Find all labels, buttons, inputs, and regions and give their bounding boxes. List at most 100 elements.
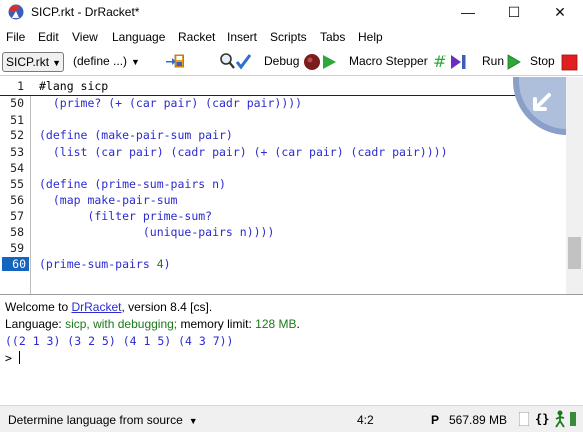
- stop-button[interactable]: Stop: [530, 54, 555, 68]
- save-icon[interactable]: [166, 52, 184, 70]
- welcome-prefix: Welcome to: [5, 300, 72, 314]
- status-bar: Determine language from source ▼ 4:2 P 56…: [0, 405, 583, 432]
- language-prefix: Language:: [5, 317, 66, 331]
- arrow-down-left-icon: [513, 77, 566, 135]
- window-title: SICP.rkt - DrRacket*: [31, 5, 140, 19]
- code-text: (filter prime-sum?: [39, 209, 213, 223]
- title-bar: SICP.rkt - DrRacket* — ☐ ✕: [0, 0, 583, 25]
- code-line: 54: [0, 161, 566, 177]
- line-number: 1: [17, 79, 24, 93]
- welcome-suffix: , version 8.4 [cs].: [121, 300, 213, 314]
- line-number: 58: [10, 225, 24, 239]
- close-button[interactable]: ✕: [537, 0, 583, 25]
- repl-output: ((2 1 3) (3 2 5) (4 1 5) (4 3 7)): [5, 334, 234, 348]
- menu-view[interactable]: View: [72, 30, 98, 44]
- memory-indicator: P: [431, 413, 440, 427]
- drracket-link[interactable]: DrRacket: [71, 300, 121, 314]
- chevron-down-icon: ▼: [52, 58, 62, 68]
- line-number: 59: [10, 241, 24, 255]
- line-number: 51: [10, 113, 24, 127]
- line-number: 50: [10, 96, 24, 110]
- code-close: ): [163, 257, 171, 271]
- code-text: (unique-pairs n)))): [39, 225, 275, 239]
- menu-insert[interactable]: Insert: [227, 30, 257, 44]
- text-cursor: [18, 351, 20, 364]
- memory-suffix: .: [296, 317, 300, 331]
- define-menu-label: (define ...): [73, 54, 128, 68]
- code-line: 51: [0, 113, 566, 129]
- current-line-number: 60: [2, 257, 29, 271]
- code-line: 53 (list (car pair) (cadr pair) (+ (car …: [0, 145, 566, 161]
- menu-language[interactable]: Language: [112, 30, 165, 44]
- code-text: (define (make-pair-sum pair): [39, 128, 233, 142]
- code-line: 55 (define (prime-sum-pairs n): [0, 177, 566, 193]
- stop-icon[interactable]: [561, 52, 579, 72]
- debug-icon[interactable]: [303, 52, 339, 72]
- code-text: (prime-sum-pairs 4): [39, 257, 171, 271]
- interactions-pane[interactable]: Welcome to DrRacket, version 8.4 [cs]. L…: [0, 295, 583, 403]
- file-selector[interactable]: SICP.rkt ▼: [2, 52, 64, 72]
- file-selector-label: SICP.rkt: [6, 55, 50, 69]
- line-number: 55: [10, 177, 24, 191]
- menu-edit[interactable]: Edit: [38, 30, 59, 44]
- debug-button[interactable]: Debug: [264, 54, 299, 68]
- prompt-symbol: >: [5, 351, 19, 365]
- code-text: (list (car pair) (cadr pair) (+ (car pai…: [39, 145, 448, 159]
- line-number: 52: [10, 128, 24, 142]
- menu-bar: File Edit View Language Racket Insert Sc…: [0, 27, 583, 48]
- run-button[interactable]: Run: [482, 54, 504, 68]
- repl-prompt[interactable]: >: [5, 351, 20, 365]
- editor-scrollbar[interactable]: [566, 77, 583, 294]
- scrollbar-thumb[interactable]: [568, 237, 581, 269]
- code-call: (prime-sum-pairs: [39, 257, 157, 271]
- menu-file[interactable]: File: [6, 30, 25, 44]
- code-text: (define (prime-sum-pairs n): [39, 177, 226, 191]
- define-menu[interactable]: (define ...) ▼: [73, 54, 140, 68]
- language-message: Language: sicp, with debugging; memory l…: [5, 317, 300, 331]
- minimize-button[interactable]: —: [445, 0, 491, 25]
- memory-value: 128 MB: [255, 317, 297, 331]
- language-value: sicp, with debugging;: [65, 317, 178, 331]
- code-line: 58 (unique-pairs n)))): [0, 225, 566, 241]
- drracket-logo-icon: [8, 4, 24, 20]
- code-text: (map make-pair-sum: [39, 193, 178, 207]
- memory-usage: 567.89 MB: [449, 413, 508, 427]
- number-literal: 4: [156, 257, 164, 271]
- chevron-down-icon: ▼: [188, 416, 198, 426]
- lang-declaration: #lang sicp: [39, 79, 109, 93]
- gc-indicator-icon: [519, 412, 529, 426]
- menu-help[interactable]: Help: [358, 30, 383, 44]
- line-number: 56: [10, 193, 24, 207]
- current-code-line: 60 (prime-sum-pairs 4): [0, 257, 566, 273]
- running-figure-icon: [555, 410, 565, 428]
- code-line: 57 (filter prime-sum?: [0, 209, 566, 225]
- line-number: 54: [10, 161, 24, 175]
- code-text: (prime? (+ (car pair) (cadr pair)))): [39, 96, 303, 110]
- chevron-down-icon: ▼: [131, 57, 140, 67]
- run-icon[interactable]: [506, 52, 522, 72]
- line-number: 57: [10, 209, 24, 223]
- braces-icon: {}: [535, 412, 550, 426]
- lang-line: 1 #lang sicp: [0, 77, 566, 96]
- language-mode-label: Determine language from source: [8, 413, 183, 427]
- code-line: 50 (prime? (+ (car pair) (cadr pair)))): [0, 96, 566, 112]
- welcome-message: Welcome to DrRacket, version 8.4 [cs].: [5, 300, 212, 314]
- cursor-position: 4:2: [357, 413, 374, 427]
- memory-prefix: memory limit:: [177, 317, 256, 331]
- svg-text:': ': [444, 54, 446, 62]
- language-mode-selector[interactable]: Determine language from source ▼: [8, 413, 198, 427]
- macro-stepper-button[interactable]: Macro Stepper: [349, 54, 428, 68]
- maximize-button[interactable]: ☐: [491, 0, 537, 25]
- menu-racket[interactable]: Racket: [178, 30, 215, 44]
- macro-stepper-icon[interactable]: # ': [433, 52, 471, 72]
- menu-scripts[interactable]: Scripts: [270, 30, 307, 44]
- definitions-editor[interactable]: 1 #lang sicp 50 (prime? (+ (car pair) (c…: [0, 77, 566, 294]
- code-line: 52 (define (make-pair-sum pair): [0, 128, 566, 144]
- toolbar: SICP.rkt ▼ (define ...) ▼ Debug Macro Step…: [0, 48, 583, 76]
- code-line: 59: [0, 241, 566, 257]
- check-syntax-icon[interactable]: [219, 52, 257, 72]
- menu-tabs[interactable]: Tabs: [320, 30, 345, 44]
- status-tag-icon: [570, 412, 576, 426]
- code-line: 56 (map make-pair-sum: [0, 193, 566, 209]
- line-number: 53: [10, 145, 24, 159]
